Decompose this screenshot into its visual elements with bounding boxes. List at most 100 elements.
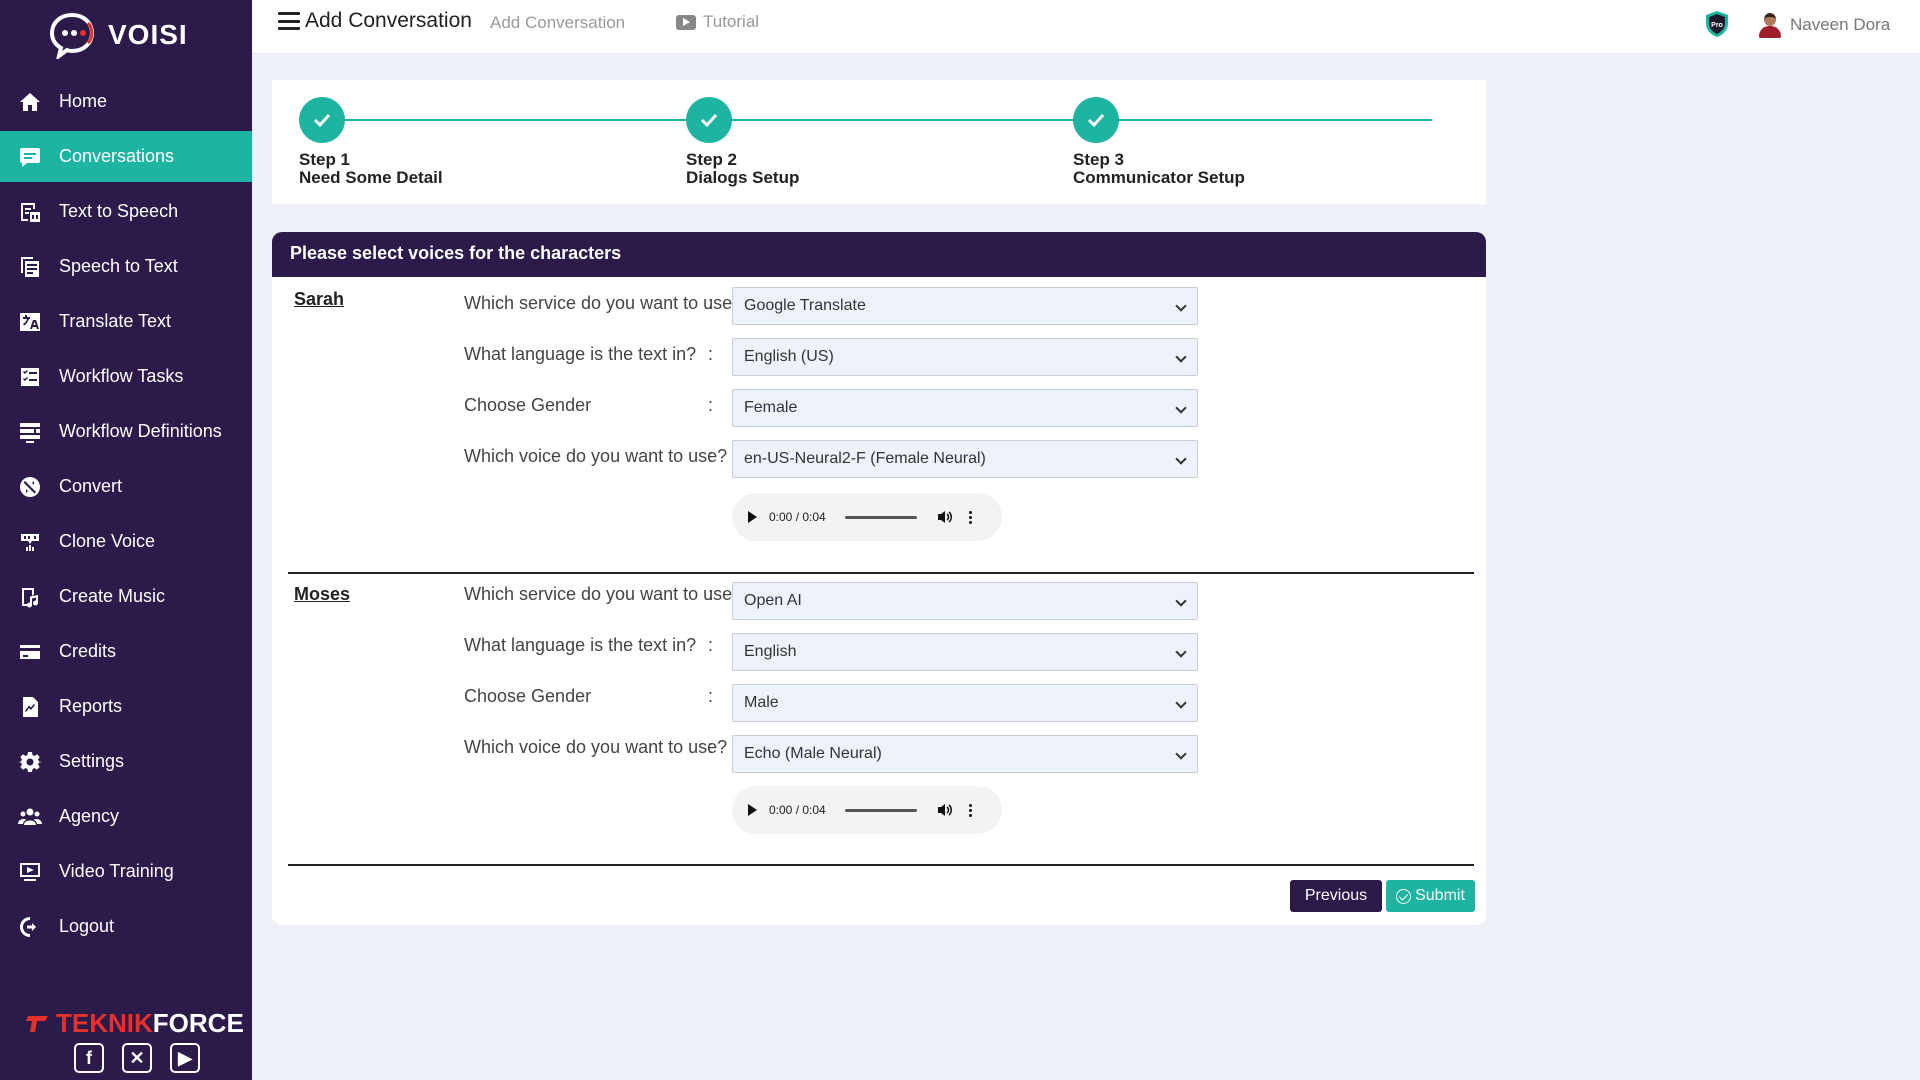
stepper-progress-line xyxy=(324,119,1432,121)
audio-seek-bar[interactable] xyxy=(845,808,917,812)
colon: : xyxy=(708,395,714,415)
top-header: Add Conversation Add Conversation Tutori… xyxy=(252,0,1920,54)
sidebar-item-label: Agency xyxy=(59,806,120,826)
colon: : xyxy=(708,737,714,757)
audio-seek-bar[interactable] xyxy=(845,515,917,519)
section-divider xyxy=(288,572,1474,574)
breadcrumb[interactable]: Add Conversation xyxy=(490,13,625,33)
gender-label: Choose Gender xyxy=(464,395,592,415)
audio-player: 0:00 / 0:04 xyxy=(732,493,1002,541)
teknikforce-logo-icon xyxy=(26,1015,48,1032)
language-row: What language is the text in? : English … xyxy=(288,338,1474,378)
sidebar-item-label: Convert xyxy=(59,476,123,496)
sidebar-item-label: Workflow Definitions xyxy=(59,421,222,441)
service-select[interactable]: Open AI xyxy=(732,582,1198,620)
app-logo[interactable]: voisi xyxy=(48,10,188,60)
sidebar-item-convert[interactable]: Convert xyxy=(0,461,252,512)
users-icon xyxy=(17,804,43,830)
service-label: Which service do you want to use? xyxy=(464,293,743,313)
gender-row: Choose Gender : Female xyxy=(288,389,1474,429)
voice-selection-card: Please select voices for the characters … xyxy=(272,232,1486,925)
pro-badge[interactable]: Pro xyxy=(1704,10,1730,38)
sidebar-item-translate-text[interactable]: Translate Text xyxy=(0,296,252,347)
x-icon[interactable]: ✕ xyxy=(122,1043,152,1073)
sidebar-item-label: Clone Voice xyxy=(59,531,156,551)
service-label: Which service do you want to use? xyxy=(464,584,743,604)
sidebar-item-label: Home xyxy=(59,91,108,111)
language-label: What language is the text in? xyxy=(464,635,697,655)
step-label: Step 1 Need Some Detail xyxy=(299,150,443,187)
sidebar-item-agency[interactable]: Agency xyxy=(0,791,252,842)
user-menu[interactable]: Naveen Dora xyxy=(1758,12,1890,38)
menu-toggle-icon[interactable] xyxy=(278,12,300,30)
chat-icon xyxy=(17,144,43,170)
check-circle-icon xyxy=(1396,888,1412,904)
colon: : xyxy=(708,344,714,364)
wizard-stepper: Step 1 Need Some Detail Step 2 Dialogs Set… xyxy=(272,80,1486,204)
service-row: Which service do you want to use? : Goog… xyxy=(288,287,1474,327)
colon: : xyxy=(708,686,714,706)
user-name: Naveen Dora xyxy=(1790,15,1891,34)
gender-row: Choose Gender : Male xyxy=(288,684,1474,724)
audio-time: 0:00 / 0:04 xyxy=(769,803,826,817)
language-label: What language is the text in? xyxy=(464,344,697,364)
sidebar-item-home[interactable]: Home xyxy=(0,76,252,127)
card-title: Please select voices for the characters xyxy=(272,232,1486,277)
service-row: Which service do you want to use? : Open… xyxy=(288,582,1474,622)
sidebar-item-label: Logout xyxy=(59,916,115,936)
sidebar-item-label: Create Music xyxy=(59,586,166,606)
volume-icon[interactable] xyxy=(937,803,953,817)
voice-select[interactable]: en-US-Neural2-F (Female Neural) xyxy=(732,440,1198,478)
sidebar-nav: Home Conversations Text to Speech Speech… xyxy=(0,76,252,956)
more-options-icon[interactable] xyxy=(969,803,972,817)
sidebar-item-conversations[interactable]: Conversations xyxy=(0,131,252,182)
sidebar-item-workflow-tasks[interactable]: Workflow Tasks xyxy=(0,351,252,402)
language-select[interactable]: English (US) xyxy=(732,338,1198,376)
sidebar-item-clone-voice[interactable]: Clone Voice xyxy=(0,516,252,567)
sidebar: voisi Home Conversations Text to Speech … xyxy=(0,0,252,1080)
volume-icon[interactable] xyxy=(937,510,953,524)
sidebar-item-workflow-definitions[interactable]: Workflow Definitions xyxy=(0,406,252,457)
voice-row: Which voice do you want to use? : Echo (… xyxy=(288,735,1474,775)
sidebar-item-reports[interactable]: Reports xyxy=(0,681,252,732)
gear-icon xyxy=(17,749,43,775)
sidebar-item-label: Reports xyxy=(59,696,123,716)
colon: : xyxy=(708,584,714,604)
service-select[interactable]: Google Translate xyxy=(732,287,1198,325)
translate-icon xyxy=(17,309,43,335)
sidebar-item-create-music[interactable]: Create Music xyxy=(0,571,252,622)
sidebar-item-credits[interactable]: Credits xyxy=(0,626,252,677)
credit-card-icon xyxy=(17,639,43,665)
sidebar-item-video-training[interactable]: Video Training xyxy=(0,846,252,897)
gender-select[interactable]: Male xyxy=(732,684,1198,722)
gender-select[interactable]: Female xyxy=(732,389,1198,427)
voice-row: Which voice do you want to use? : en-US-… xyxy=(288,440,1474,480)
previous-button[interactable]: Previous xyxy=(1290,880,1382,912)
facebook-icon[interactable]: f xyxy=(74,1043,104,1073)
play-icon[interactable] xyxy=(748,511,757,523)
more-options-icon[interactable] xyxy=(969,510,972,524)
speech-to-text-icon xyxy=(17,254,43,280)
sidebar-item-logout[interactable]: Logout xyxy=(0,901,252,952)
tutorial-label: Tutorial xyxy=(703,12,760,31)
sidebar-item-label: Speech to Text xyxy=(59,256,178,276)
tutorial-link[interactable]: Tutorial xyxy=(676,12,759,32)
sidebar-item-label: Text to Speech xyxy=(59,201,179,221)
voice-label: Which voice do you want to use? xyxy=(464,446,728,466)
section-divider xyxy=(288,864,1474,866)
sidebar-item-settings[interactable]: Settings xyxy=(0,736,252,787)
youtube-icon[interactable]: ▶ xyxy=(170,1043,200,1073)
play-video-icon xyxy=(676,14,696,30)
voisi-logo-icon xyxy=(49,12,95,59)
language-select[interactable]: English xyxy=(732,633,1198,671)
voice-select[interactable]: Echo (Male Neural) xyxy=(732,735,1198,773)
colon: : xyxy=(708,446,714,466)
text-to-speech-icon xyxy=(17,199,43,225)
play-icon[interactable] xyxy=(748,804,757,816)
sidebar-item-text-to-speech[interactable]: Text to Speech xyxy=(0,186,252,237)
sidebar-item-label: Conversations xyxy=(59,146,175,166)
definitions-icon xyxy=(17,419,43,445)
pro-badge-text: Pro xyxy=(1711,22,1723,29)
submit-button[interactable]: Submit xyxy=(1386,880,1475,912)
sidebar-item-speech-to-text[interactable]: Speech to Text xyxy=(0,241,252,292)
